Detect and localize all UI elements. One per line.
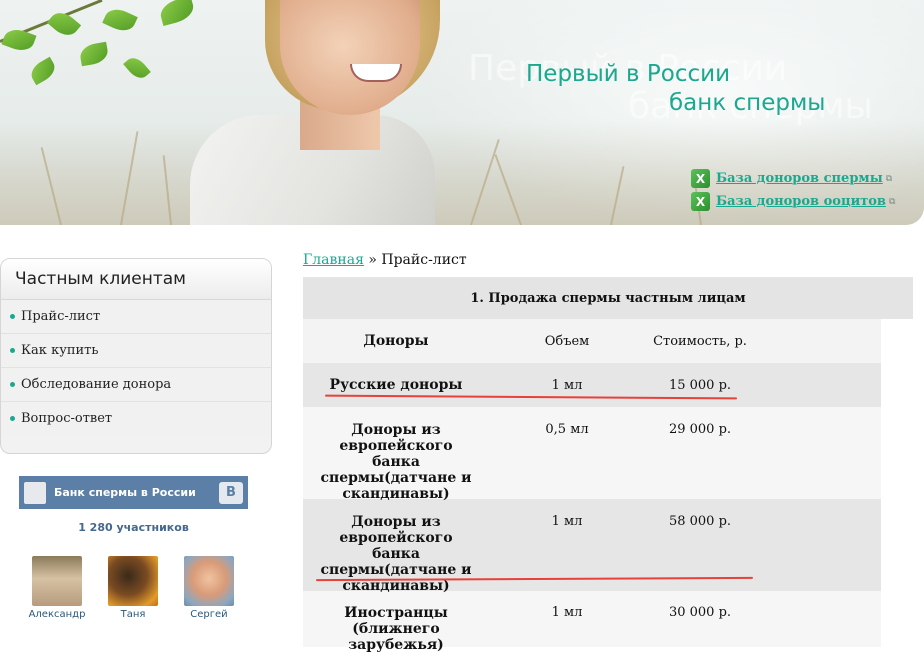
vk-member-name[interactable]: Сергей	[179, 609, 239, 620]
bullet-icon	[10, 416, 15, 421]
table-row: Иностранцы (ближнего зарубежья) 1 мл 30 …	[303, 591, 881, 653]
excel-icon: X	[691, 192, 710, 211]
slogan-line1: Первый в России	[526, 61, 731, 87]
sidebar-item-faq[interactable]: Вопрос-ответ	[1, 402, 271, 435]
column-header-volume: Объем	[544, 333, 590, 349]
oocyte-donors-base-link[interactable]: X База доноров ооцитов ⧉	[691, 192, 895, 211]
vk-logo-icon[interactable]: B	[219, 481, 243, 504]
leaf-icon	[123, 53, 151, 83]
bullet-icon	[10, 314, 15, 319]
private-clients-menu: Частным клиентам Прайс-лист Как купить О…	[0, 258, 272, 454]
vk-member-name[interactable]: Таня	[103, 609, 163, 620]
bullet-icon	[10, 348, 15, 353]
vk-member[interactable]: Таня	[103, 556, 163, 620]
sidebar-item-label[interactable]: Как купить	[21, 334, 98, 367]
leaf-icon	[102, 4, 138, 36]
external-link-icon: ⧉	[885, 173, 893, 184]
sidebar-item-label[interactable]: Обследование донора	[21, 368, 171, 401]
breadcrumb-current: Прайс-лист	[381, 252, 467, 268]
row-price: 58 000 р.	[668, 514, 732, 529]
breadcrumb-home-link[interactable]: Главная	[303, 252, 364, 268]
external-link-icon: ⧉	[888, 196, 896, 207]
row-price: 15 000 р.	[668, 377, 732, 393]
row-price: 30 000 р.	[668, 605, 732, 620]
table-header-row: Доноры Объем Стоимость, р.	[303, 319, 881, 363]
leaf-icon	[78, 41, 110, 67]
price-section-title: 1. Продажа спермы частным лицам	[303, 277, 913, 319]
row-donors: Иностранцы (ближнего зарубежья)	[344, 605, 448, 653]
slogan-line2: банк спермы	[669, 90, 826, 116]
row-volume: 1 мл	[551, 377, 583, 393]
column-header-donors: Доноры	[363, 333, 429, 349]
sidebar-title: Частным клиентам	[1, 259, 271, 300]
sidebar-item-price-list[interactable]: Прайс-лист	[1, 300, 271, 334]
table-row: Русские доноры 1 мл 15 000 р.	[303, 363, 881, 407]
header-banner: Первый в России банк спермы Первый в Рос…	[0, 0, 924, 225]
vk-member[interactable]: Сергей	[179, 556, 239, 620]
leaf-icon	[27, 56, 59, 86]
sperm-donors-base-label[interactable]: База доноров спермы	[716, 171, 883, 186]
avatar[interactable]	[108, 556, 158, 606]
leaf-icon	[157, 0, 197, 27]
vk-group-name[interactable]: Банк спермы в России	[54, 486, 219, 499]
sidebar-item-label[interactable]: Прайс-лист	[21, 300, 100, 333]
sidebar-item-how-to-buy[interactable]: Как купить	[1, 334, 271, 368]
price-table: Доноры Объем Стоимость, р. Русские донор…	[303, 319, 881, 653]
avatar[interactable]	[32, 556, 82, 606]
row-price: 29 000 р.	[668, 422, 732, 437]
vk-group-widget[interactable]: Банк спермы в России B	[19, 476, 248, 509]
vk-members-count[interactable]: 1 280 участников	[19, 521, 248, 534]
oocyte-donors-base-label[interactable]: База доноров ооцитов	[716, 194, 886, 209]
row-donors: Доноры из европейского банка спермы(датч…	[320, 422, 472, 502]
table-row: Доноры из европейского банка спермы(датч…	[303, 407, 881, 502]
sidebar-item-donor-examination[interactable]: Обследование донора	[1, 368, 271, 402]
row-volume: 0,5 мл	[545, 422, 589, 437]
column-header-price: Стоимость, р.	[653, 333, 747, 349]
group-logo-icon	[24, 481, 46, 504]
row-donors: Русские доноры	[329, 377, 463, 393]
avatar[interactable]	[184, 556, 234, 606]
vk-member[interactable]: Александр	[27, 556, 87, 620]
breadcrumb-separator: »	[368, 252, 377, 268]
row-volume: 1 мл	[551, 605, 583, 620]
excel-icon: X	[691, 169, 710, 188]
breadcrumb: Главная » Прайс-лист	[303, 252, 467, 268]
bullet-icon	[10, 382, 15, 387]
sidebar-item-label[interactable]: Вопрос-ответ	[21, 402, 112, 435]
sperm-donors-base-link[interactable]: X База доноров спермы ⧉	[691, 169, 892, 188]
vk-member-name[interactable]: Александр	[27, 609, 87, 620]
